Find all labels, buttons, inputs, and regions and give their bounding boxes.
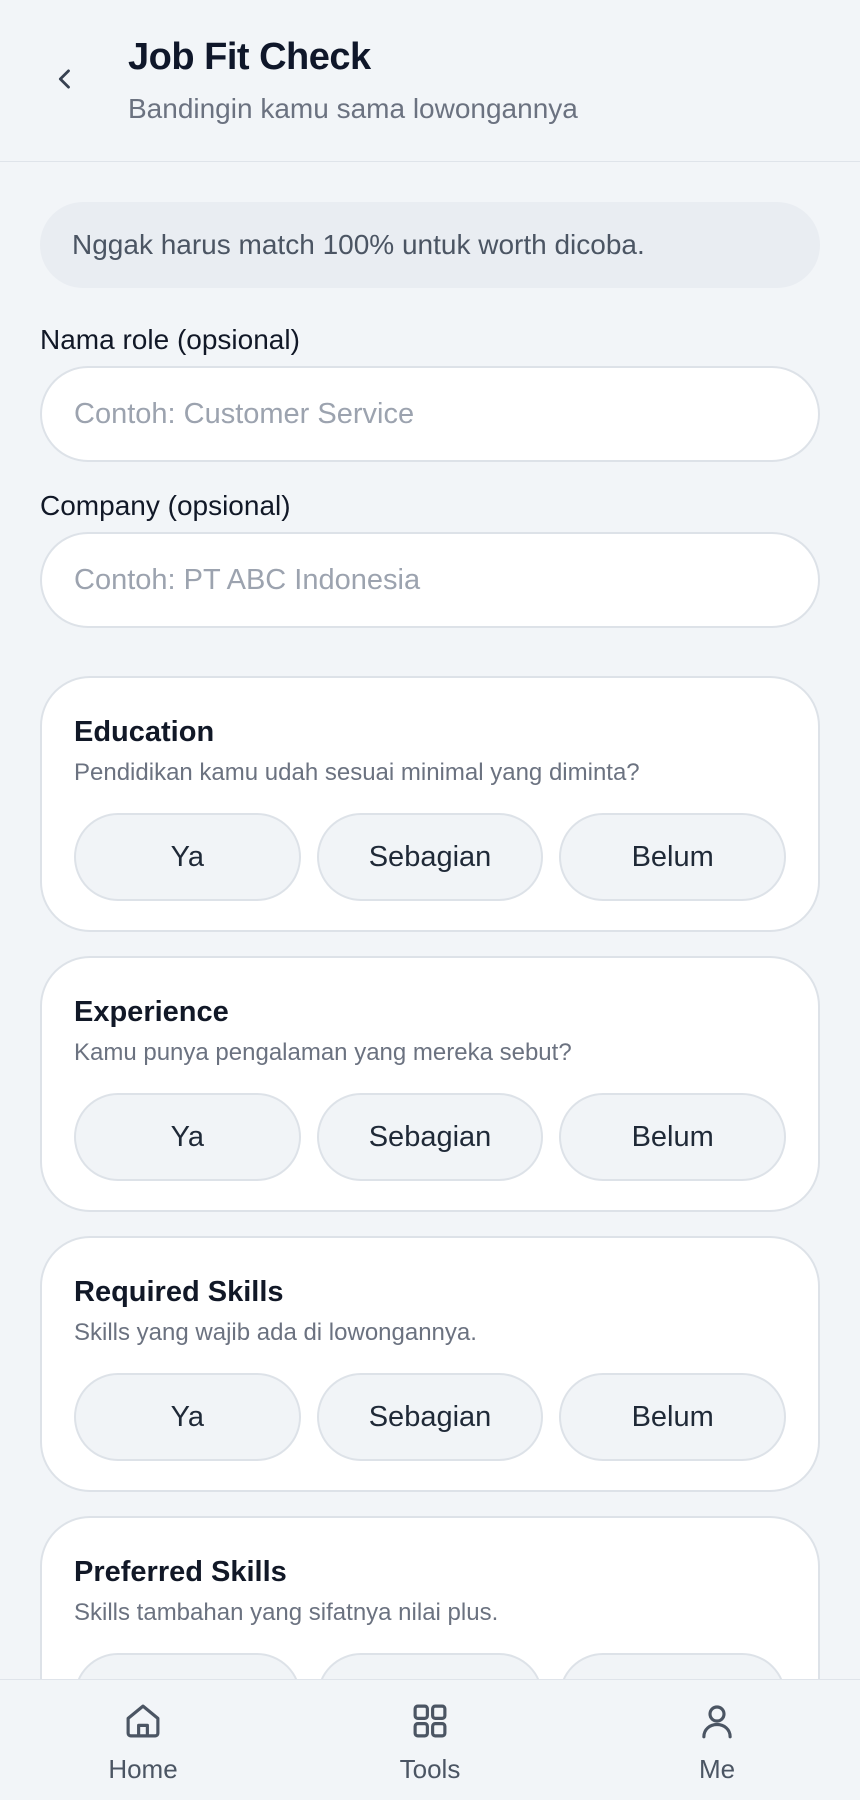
- option-belum-button[interactable]: Belum: [559, 813, 787, 901]
- criteria-title: Education: [74, 716, 215, 748]
- user-icon: [702, 1705, 732, 1739]
- criteria-card-education: Education Pendidikan kamu udah sesuai mi…: [40, 676, 820, 932]
- option-ya-button[interactable]: Ya: [74, 813, 301, 901]
- company-field-label: Company (opsional): [40, 490, 291, 521]
- nav-item-me[interactable]: Me: [574, 1680, 860, 1800]
- option-belum-button[interactable]: Belum: [559, 1373, 787, 1461]
- criteria-description: Kamu punya pengalaman yang mereka sebut?: [74, 1039, 572, 1066]
- company-input[interactable]: [40, 532, 820, 628]
- main-content: Nggak harus match 100% untuk worth dicob…: [40, 202, 820, 1796]
- nav-label: Me: [698, 1754, 736, 1784]
- answer-options: Ya Sebagian Belum: [74, 813, 787, 901]
- option-sebagian-button[interactable]: Sebagian: [316, 813, 544, 901]
- page-subtitle: Bandingin kamu sama lowongannya: [128, 93, 578, 124]
- app-header: Job Fit Check Bandingin kamu sama lowong…: [0, 0, 860, 162]
- option-sebagian-button[interactable]: Sebagian: [316, 1093, 544, 1181]
- grid-icon: [413, 1704, 447, 1738]
- info-notice: Nggak harus match 100% untuk worth dicob…: [40, 202, 820, 288]
- criteria-title: Preferred Skills: [74, 1556, 287, 1588]
- chevron-left-icon: [58, 69, 70, 89]
- criteria-list: Education Pendidikan kamu udah sesuai mi…: [40, 676, 820, 1772]
- option-ya-button[interactable]: Ya: [74, 1093, 301, 1181]
- criteria-card-required-skills: Required Skills Skills yang wajib ada di…: [40, 1236, 820, 1492]
- back-button[interactable]: [44, 58, 86, 100]
- option-belum-button[interactable]: Belum: [559, 1093, 787, 1181]
- criteria-title: Required Skills: [74, 1276, 284, 1308]
- role-input[interactable]: [40, 366, 820, 462]
- nav-label: Home: [108, 1754, 178, 1784]
- criteria-title: Experience: [74, 996, 229, 1028]
- job-fit-check-screen: Job Fit Check Bandingin kamu sama lowong…: [0, 0, 860, 1800]
- nav-item-tools[interactable]: Tools: [287, 1680, 573, 1800]
- option-ya-button[interactable]: Ya: [74, 1373, 301, 1461]
- criteria-description: Skills tambahan yang sifatnya nilai plus…: [74, 1599, 499, 1626]
- nav-label: Tools: [399, 1754, 461, 1784]
- answer-options: Ya Sebagian Belum: [74, 1093, 787, 1181]
- nav-item-home[interactable]: Home: [0, 1680, 286, 1800]
- criteria-card-experience: Experience Kamu punya pengalaman yang me…: [40, 956, 820, 1212]
- criteria-description: Pendidikan kamu udah sesuai minimal yang…: [74, 759, 640, 786]
- criteria-description: Skills yang wajib ada di lowongannya.: [74, 1319, 477, 1346]
- role-field-label: Nama role (opsional): [40, 324, 300, 355]
- home-icon: [126, 1704, 160, 1738]
- option-sebagian-button[interactable]: Sebagian: [316, 1373, 544, 1461]
- page-title: Job Fit Check: [128, 36, 371, 78]
- answer-options: Ya Sebagian Belum: [74, 1373, 787, 1461]
- bottom-navigation: Home Tools Me: [0, 1679, 860, 1800]
